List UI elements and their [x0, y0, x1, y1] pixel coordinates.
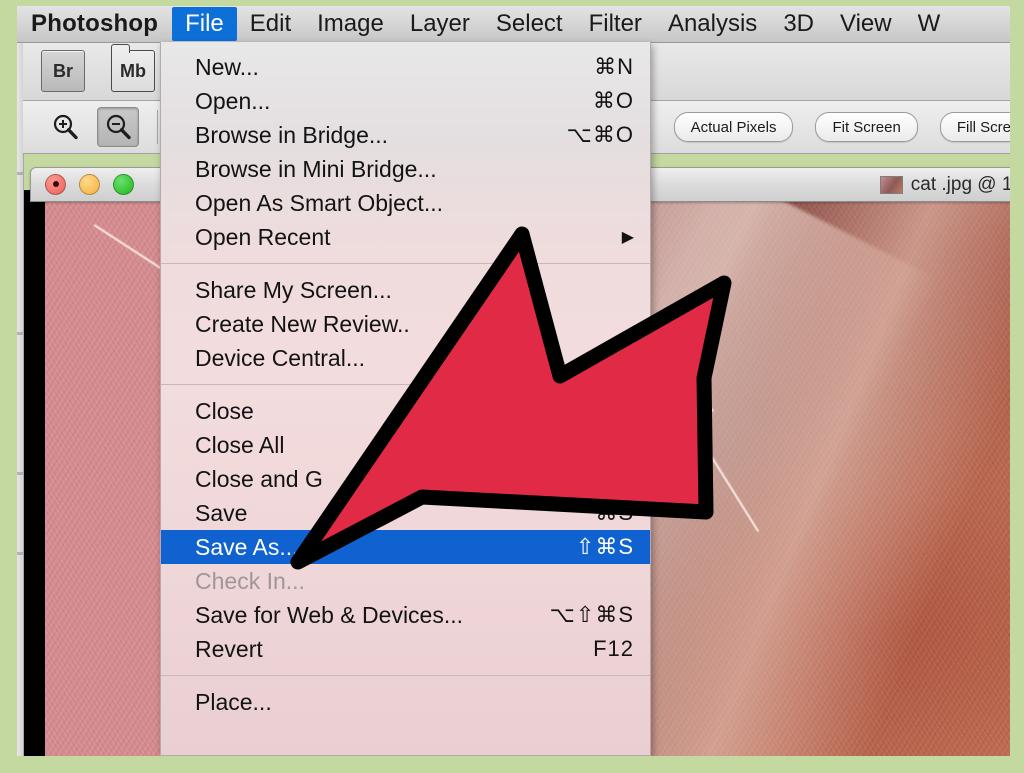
- menu-item-browse-in-bridge[interactable]: Browse in Bridge... ⌥⌘O: [161, 118, 650, 152]
- menu-item-label: Revert: [195, 635, 263, 662]
- menu-item-shortcut: ⌘S: [595, 500, 634, 525]
- minimize-button[interactable]: [79, 174, 100, 195]
- close-button[interactable]: [45, 174, 66, 195]
- document-title: cat .jpg @ 10: [879, 173, 1024, 196]
- menu-item-label: Close and G: [195, 465, 323, 492]
- menu-item-place[interactable]: Place...: [161, 685, 650, 719]
- menu-item-label: Browse in Mini Bridge...: [195, 155, 437, 182]
- menubar-item-3d[interactable]: 3D: [770, 7, 827, 41]
- menu-item-shortcut: ⌘O: [592, 88, 634, 113]
- menubar-item-layer[interactable]: Layer: [397, 7, 483, 41]
- image-thumbnail-icon: [879, 175, 903, 194]
- menu-item-label: Share My Screen...: [195, 276, 392, 303]
- menu-item-label: Open Recent: [195, 223, 331, 250]
- menubar-item-select[interactable]: Select: [483, 7, 576, 41]
- view-buttons-group: Actual Pixels Fit Screen Fill Scre: [673, 112, 1024, 142]
- menu-item-save[interactable]: Save ⌘S: [161, 496, 650, 530]
- mini-bridge-button-label: Mb: [120, 60, 146, 81]
- menu-bar: Photoshop File Edit Image Layer Select F…: [17, 6, 1010, 43]
- menu-item-label: New...: [195, 53, 259, 80]
- window-traffic-lights: [45, 174, 134, 195]
- image-border-left: [0, 0, 17, 768]
- menu-item-open[interactable]: Open... ⌘O: [161, 84, 650, 118]
- document-title-label: cat .jpg @ 10: [910, 173, 1023, 195]
- menu-item-revert[interactable]: Revert F12: [161, 632, 650, 666]
- menu-item-close[interactable]: Close ⌘W: [161, 394, 650, 428]
- menu-item-label: Device Central...: [195, 344, 366, 371]
- submenu-arrow-icon: ▶: [621, 229, 634, 246]
- zoom-in-icon[interactable]: [45, 108, 85, 146]
- mini-bridge-button[interactable]: Mb: [111, 44, 155, 92]
- menu-item-shortcut: ⇧⌘S: [575, 534, 634, 559]
- menu-item-label: Check In...: [195, 567, 305, 594]
- toolbar-divider: [157, 110, 158, 144]
- zoom-button[interactable]: [113, 174, 134, 195]
- menu-item-open-as-smart-object[interactable]: Open As Smart Object...: [161, 186, 650, 220]
- image-border-right: [1010, 0, 1024, 768]
- menu-item-check-in: Check In...: [161, 564, 650, 598]
- menubar-item-edit[interactable]: Edit: [237, 7, 304, 41]
- menu-separator: [161, 675, 650, 676]
- zoom-out-icon[interactable]: [97, 107, 139, 147]
- menu-item-shortcut: ⌥⇧⌘S: [549, 602, 634, 627]
- menu-item-shortcut: F12: [593, 636, 634, 661]
- menubar-item-file[interactable]: File: [172, 7, 237, 41]
- menu-item-close-all[interactable]: Close All: [161, 428, 650, 462]
- actual-pixels-button[interactable]: Actual Pixels: [673, 112, 794, 142]
- menu-item-shortcut: ⌥⌘O: [566, 122, 634, 147]
- menu-item-label: Save As...: [195, 533, 299, 560]
- menu-item-browse-in-mini-bridge[interactable]: Browse in Mini Bridge...: [161, 152, 650, 186]
- menu-item-new[interactable]: New... ⌘N: [161, 50, 650, 84]
- menu-separator: [161, 263, 650, 264]
- menubar-item-window[interactable]: W: [905, 7, 954, 41]
- menu-item-device-central[interactable]: Device Central...: [161, 341, 650, 375]
- menu-separator: [161, 384, 650, 385]
- actual-pixels-label: Actual Pixels: [690, 118, 777, 136]
- menu-item-shortcut: ⌘W: [589, 398, 634, 423]
- menu-item-label: Place...: [195, 688, 272, 715]
- screen-root: cat .jpg @ 10 Br Mb Resi Actual Pixels F…: [0, 0, 1024, 768]
- menu-item-label: Open...: [195, 87, 271, 114]
- menu-item-label: Save: [195, 499, 248, 526]
- menu-item-shortcut: ⌘N: [594, 54, 634, 79]
- menu-item-share-my-screen[interactable]: Share My Screen...: [161, 273, 650, 307]
- menu-item-save-as[interactable]: Save As... ⇧⌘S: [161, 530, 650, 564]
- fit-screen-button[interactable]: Fit Screen: [815, 112, 918, 142]
- file-dropdown-menu: New... ⌘N Open... ⌘O Browse in Bridge...…: [160, 42, 651, 756]
- menu-item-label: Close All: [195, 431, 285, 458]
- menu-item-label: Save for Web & Devices...: [195, 601, 464, 628]
- menubar-item-image[interactable]: Image: [304, 7, 397, 41]
- menubar-app-name[interactable]: Photoshop: [17, 10, 172, 38]
- menu-item-label: Create New Review..: [195, 310, 410, 337]
- menu-item-label: Browse in Bridge...: [195, 121, 389, 148]
- menubar-item-analysis[interactable]: Analysis: [655, 7, 770, 41]
- image-border-bottom: [0, 756, 1024, 768]
- fit-screen-label: Fit Screen: [832, 118, 901, 136]
- menu-item-save-for-web-and-devices[interactable]: Save for Web & Devices... ⌥⇧⌘S: [161, 598, 650, 632]
- menu-item-label: Close: [195, 397, 254, 424]
- menu-item-close-and-go[interactable]: Close and G: [161, 462, 650, 496]
- image-border-top: [0, 0, 1024, 6]
- fill-screen-label: Fill Scre: [956, 118, 1011, 136]
- bridge-button[interactable]: Br: [41, 50, 85, 92]
- menu-item-label: Open As Smart Object...: [195, 189, 443, 216]
- menubar-item-view[interactable]: View: [827, 7, 905, 41]
- bridge-button-label: Br: [52, 60, 73, 81]
- menu-item-create-new-review[interactable]: Create New Review..: [161, 307, 650, 341]
- menu-item-open-recent[interactable]: Open Recent ▶: [161, 220, 650, 254]
- menubar-item-filter[interactable]: Filter: [576, 7, 655, 41]
